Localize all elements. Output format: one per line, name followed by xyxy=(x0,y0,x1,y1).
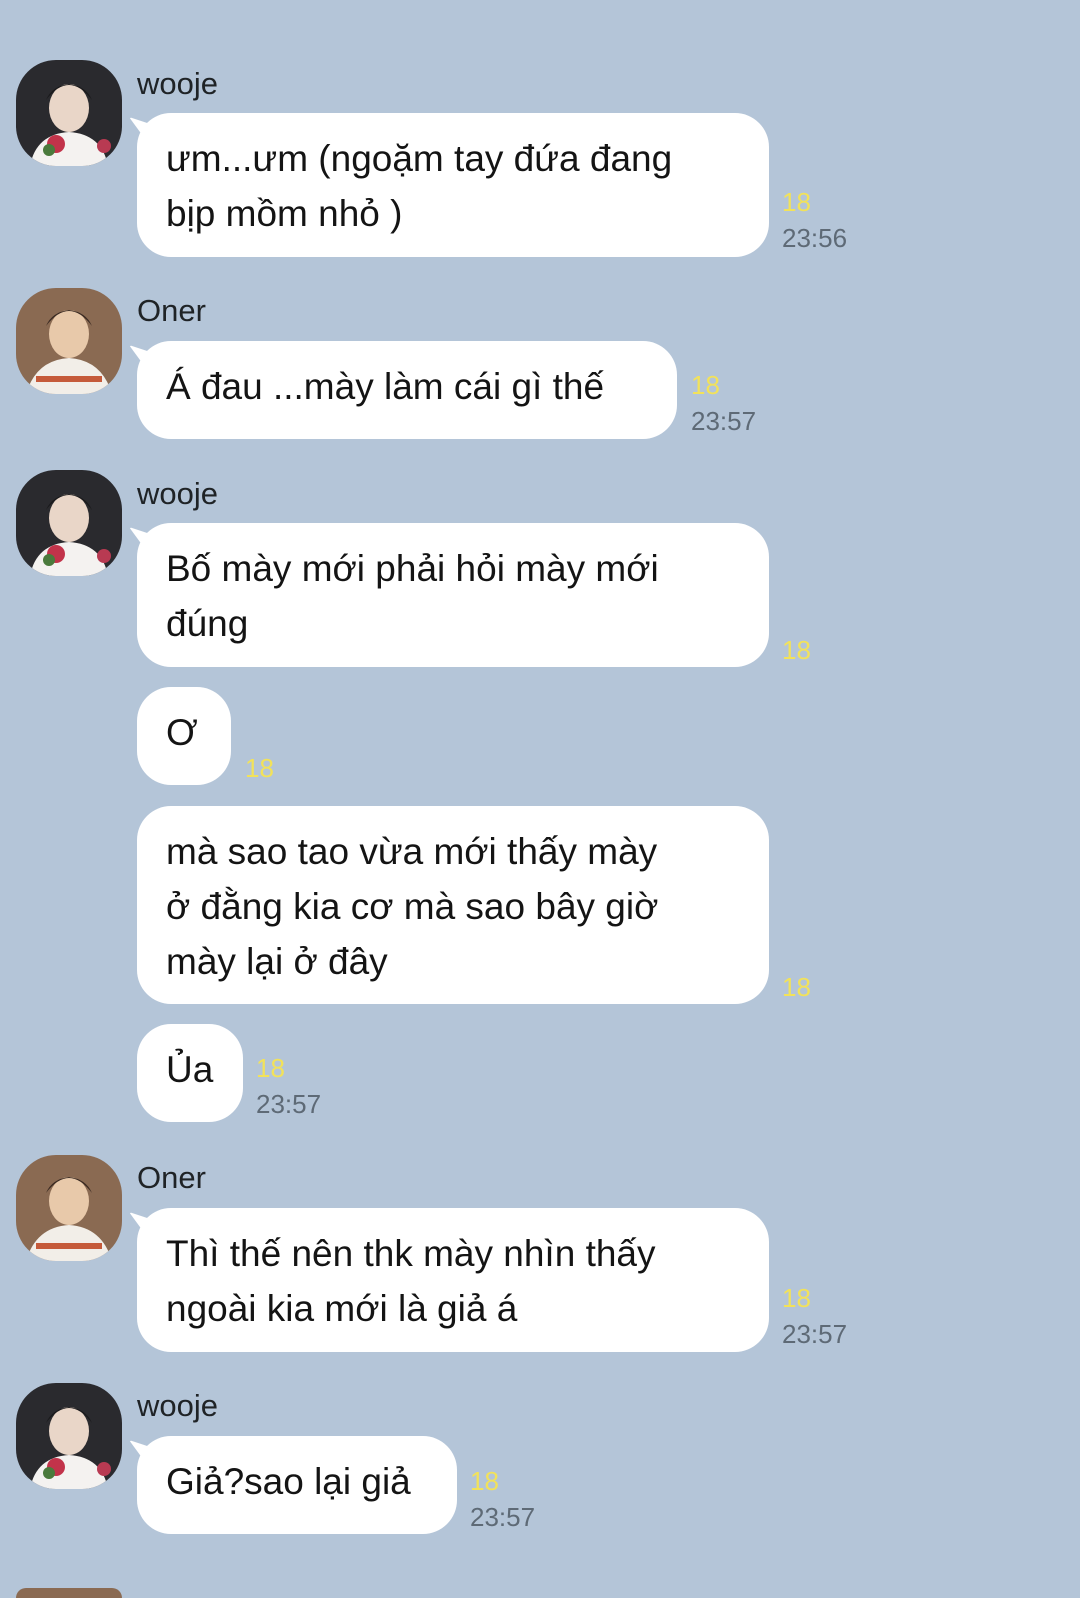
message-meta: 18 23:57 xyxy=(691,369,756,437)
message-meta: 18 23:57 xyxy=(470,1465,535,1533)
message-bubble[interactable]: Ủa xyxy=(137,1024,243,1122)
unread-count: 18 xyxy=(691,370,720,400)
unread-count: 18 xyxy=(782,972,811,1002)
message-meta: 18 23:57 xyxy=(782,1282,847,1350)
message-bubble[interactable]: Bố mày mới phải hỏi mày mới đúng xyxy=(137,523,769,667)
unread-count: 18 xyxy=(470,1466,499,1496)
message-bubble[interactable]: Á đau ...mày làm cái gì thế xyxy=(137,341,677,439)
message-meta: 18 xyxy=(782,971,811,1003)
unread-count: 18 xyxy=(256,1053,285,1083)
sender-name: Oner xyxy=(137,1160,206,1195)
message-time: 23:57 xyxy=(691,406,757,436)
message-bubble[interactable]: Giả?sao lại giả xyxy=(137,1436,457,1534)
unread-count: 18 xyxy=(782,635,811,665)
unread-count: 18 xyxy=(782,187,811,217)
avatar-wooje[interactable] xyxy=(16,60,122,166)
message-bubble[interactable]: mà sao tao vừa mới thấy mày ở đằng kia c… xyxy=(137,806,769,1004)
message-meta: 18 23:56 xyxy=(782,186,847,254)
message-meta: 18 xyxy=(245,752,274,784)
unread-count: 18 xyxy=(245,753,274,783)
sender-name: wooje xyxy=(137,66,218,101)
unread-count: 18 xyxy=(782,1283,811,1313)
message-meta: 18 23:57 xyxy=(256,1052,321,1120)
message-time: 23:57 xyxy=(470,1502,536,1532)
message-time: 23:56 xyxy=(782,223,848,253)
avatar-wooje[interactable] xyxy=(16,470,122,576)
message-time: 23:57 xyxy=(782,1319,848,1349)
message-bubble[interactable]: Thì thế nên thk mày nhìn thấy ngoài kia … xyxy=(137,1208,769,1352)
message-bubble[interactable]: Ơ xyxy=(137,687,231,785)
message-time: 23:57 xyxy=(256,1089,322,1119)
avatar-oner[interactable] xyxy=(16,288,122,394)
sender-name: wooje xyxy=(137,476,218,511)
avatar-oner[interactable] xyxy=(16,1155,122,1261)
sender-name: wooje xyxy=(137,1388,218,1423)
avatar-wooje[interactable] xyxy=(16,1383,122,1489)
message-bubble[interactable]: ưm...ưm (ngoặm tay đứa đang bịp mồm nhỏ … xyxy=(137,113,769,257)
avatar-partial xyxy=(16,1588,122,1598)
sender-name: Oner xyxy=(137,293,206,328)
message-meta: 18 xyxy=(782,634,811,666)
